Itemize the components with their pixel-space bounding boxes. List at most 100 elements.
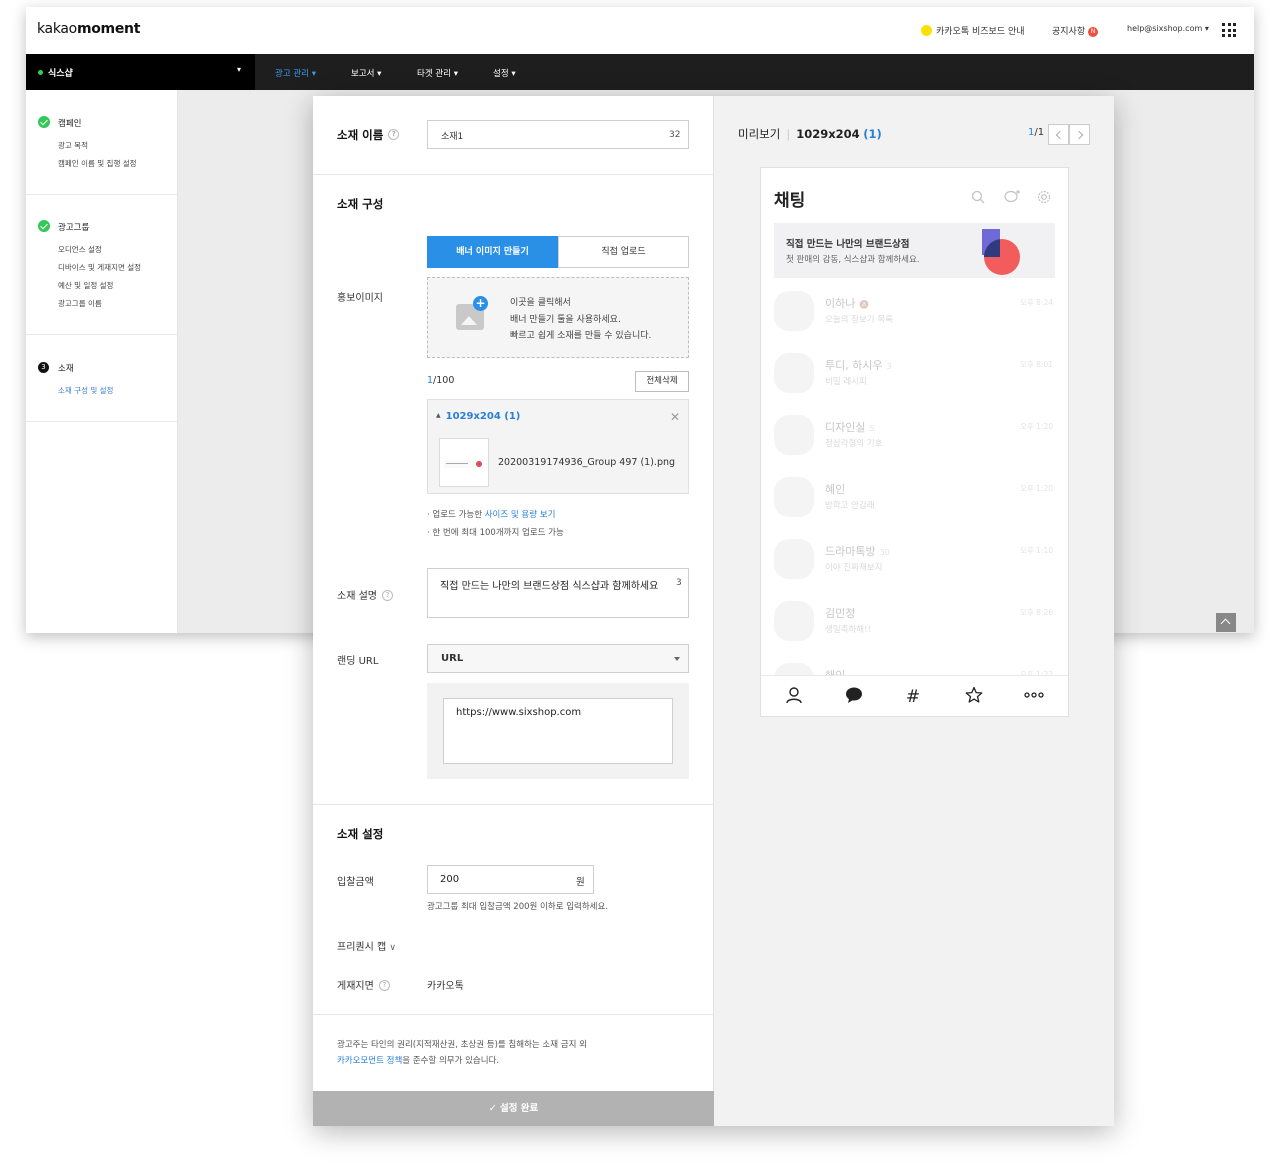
preview-page-indicator: 1/1 [1028, 127, 1045, 138]
ad-account-selector[interactable]: 식스샵 ▾ [26, 54, 255, 90]
creative-name-value: 소재1 [441, 132, 464, 142]
account-email-menu[interactable]: help@sixshop.com ▾ [1127, 24, 1209, 33]
delete-all-button[interactable]: 전체삭제 [635, 371, 689, 392]
image-thumbnail[interactable] [439, 438, 489, 487]
nav-target-management[interactable]: 타겟 관리 ▾ [417, 67, 458, 79]
chat-list-item: 혜인 방학고 안감래 오후 1:20 [774, 477, 1055, 539]
step-item[interactable]: 예산 및 일정 설정 [58, 280, 113, 291]
creative-form-panel: 소재 이름? 소재1 32 소재 구성 배너 이미지 만들기 직접 업로드 홍보… [313, 96, 714, 1126]
help-icon[interactable]: ? [378, 979, 390, 991]
avatar [774, 539, 814, 579]
close-icon[interactable]: ✕ [670, 410, 680, 424]
check-circle-icon [38, 116, 50, 128]
step-number-badge: 3 [38, 362, 49, 373]
nav-settings[interactable]: 설정 ▾ [493, 67, 516, 79]
avatar [774, 601, 814, 641]
step-title[interactable]: 소재 [58, 362, 74, 374]
banner-maker-dropzone[interactable]: + 이곳을 클릭해서 배너 만들기 툴을 사용하세요. 빠르고 쉽게 소재를 만… [427, 277, 689, 358]
collapse-icon: ▲ [436, 412, 441, 419]
chat-list-item: 디자인실 5 정삼각형의 기호 오후 1:20 [774, 415, 1055, 477]
bid-amount-input[interactable]: 200 원 [427, 865, 594, 894]
new-badge: N [1088, 26, 1099, 37]
chat-list-item: 투디, 하시우 3 비밀 레시피 오후 8:01 [774, 353, 1055, 415]
url-type-value: URL [441, 653, 464, 664]
complete-settings-button[interactable]: ✓ 설정 완료 [313, 1091, 714, 1126]
prev-arrow-button[interactable] [1048, 124, 1069, 145]
step-item[interactable]: 광고그룹 이름 [58, 298, 102, 309]
notice-link[interactable]: 공지사항 N [1052, 24, 1099, 37]
divider [313, 174, 714, 175]
file-name: 20200319174936_Group 497 (1).png [498, 457, 676, 468]
frequency-cap-toggle[interactable]: 프리퀀시 캡 ∨ [337, 938, 396, 953]
dropzone-text: 빠르고 쉽게 소재를 만들 수 있습니다. [510, 331, 652, 341]
step-item[interactable]: 광고 목적 [58, 140, 88, 151]
hashtag-icon: # [905, 687, 921, 707]
description-textarea[interactable]: 직접 만드는 나만의 브랜드상점 식스샵과 함께하세요 3 [427, 568, 689, 618]
ad-title: 직접 만드는 나만의 브랜드상점 [786, 239, 910, 250]
bid-label: 입찰금액 [337, 877, 374, 888]
star-icon [963, 686, 985, 708]
nav-ad-management[interactable]: 광고 관리 ▾ [275, 67, 316, 79]
landing-url-input[interactable]: https://www.sixshop.com [443, 698, 673, 764]
step-item[interactable]: 오디언스 설정 [58, 244, 102, 255]
creative-name-label: 소재 이름? [337, 127, 400, 143]
help-icon[interactable]: ? [388, 129, 400, 140]
scroll-to-top-button[interactable] [1216, 613, 1236, 632]
step-title[interactable]: 캠페인 [58, 117, 81, 129]
preview-panel: 미리보기 | 1029x204 (1) 1/1 채팅 직접 만드는 나만의 브랜드상… [714, 96, 1114, 1126]
char-count: 3 [676, 578, 682, 588]
step-item[interactable]: 디바이스 및 게재지면 설정 [58, 262, 141, 273]
chat-bubble-icon [843, 686, 865, 708]
ad-account-name: 식스샵 [48, 69, 73, 79]
char-count: 32 [669, 130, 681, 140]
kakaomoment-logo[interactable]: kakaomoment [37, 21, 140, 37]
caret-down-icon: ▾ [1204, 24, 1209, 33]
landing-url-value: https://www.sixshop.com [456, 707, 582, 718]
size-guide-link[interactable]: 사이즈 및 용량 보기 [485, 510, 556, 520]
biz-board-link[interactable]: 카카오톡 비즈보드 안내 [921, 24, 1025, 37]
creative-name-input[interactable]: 소재1 32 [427, 120, 689, 149]
avatar [774, 415, 814, 455]
policy-link[interactable]: 카카오모먼트 정책 [337, 1056, 402, 1066]
uploaded-image-group: ▲ 1029x204 (1) ✕ 20200319174936_Group 497… [427, 399, 689, 494]
ad-graphic-image [982, 229, 1020, 275]
person-icon [783, 686, 805, 708]
avatar [774, 353, 814, 393]
tab-banner-maker[interactable]: 배너 이미지 만들기 [427, 236, 558, 268]
chat-tab-title: 채팅 [774, 191, 806, 211]
placement-value: 카카오톡 [427, 981, 464, 992]
image-group-toggle[interactable]: ▲ 1029x204 (1) [436, 411, 520, 422]
apps-grid-icon[interactable] [1222, 23, 1236, 37]
bizboard-ad-banner[interactable]: 직접 만드는 나만의 브랜드상점 첫 판매의 감동, 식스샵과 함께하세요. [774, 223, 1055, 278]
step-item[interactable]: 캠페인 이름 및 집행 설정 [58, 158, 137, 169]
tab-direct-upload[interactable]: 직접 업로드 [558, 236, 689, 268]
url-input-container: https://www.sixshop.com [427, 683, 689, 779]
currency-unit: 원 [576, 877, 585, 888]
landing-url-label: 랜딩 URL [337, 656, 379, 667]
step-item-active[interactable]: 소재 구성 및 설정 [58, 385, 113, 396]
step-campaign: 캠페인 광고 목적 캠페인 이름 및 집행 설정 [26, 90, 178, 195]
image-count: 1/100 [427, 375, 455, 386]
description-label: 소재 설명? [337, 587, 393, 602]
promo-image-label: 홍보이미지 [337, 293, 383, 304]
add-icon: + [473, 296, 488, 311]
divider [313, 1014, 714, 1015]
dropzone-text: 배너 만들기 툴을 사용하세요. [510, 315, 621, 325]
help-icon[interactable]: ? [381, 589, 393, 601]
new-chat-icon [1004, 190, 1020, 206]
step-adgroup: 광고그룹 오디언스 설정 디바이스 및 게재지면 설정 예산 및 일정 설정 광… [26, 195, 178, 335]
status-dot [38, 70, 43, 75]
upload-limit-note: · 한 번에 최대 100개까지 업로드 가능 [427, 528, 564, 538]
more-icon [1023, 686, 1045, 708]
dropzone-text: 이곳을 클릭해서 [510, 298, 571, 308]
nav-reports[interactable]: 보고서 ▾ [351, 67, 381, 79]
chat-list-item: 김민정 생일축하해!! 오후 8:26 [774, 601, 1055, 663]
settings-section-title: 소재 설정 [337, 827, 384, 841]
avatar [774, 477, 814, 517]
next-arrow-button[interactable] [1069, 124, 1090, 145]
description-value: 직접 만드는 나만의 브랜드상점 식스샵과 함께하세요 [440, 581, 659, 592]
url-type-select[interactable]: URL [427, 644, 689, 673]
ad-subtitle: 첫 판매의 감동, 식스샵과 함께하세요. [786, 255, 920, 265]
step-title[interactable]: 광고그룹 [58, 221, 89, 233]
step-creative: 3 소재 소재 구성 및 설정 [26, 335, 178, 422]
